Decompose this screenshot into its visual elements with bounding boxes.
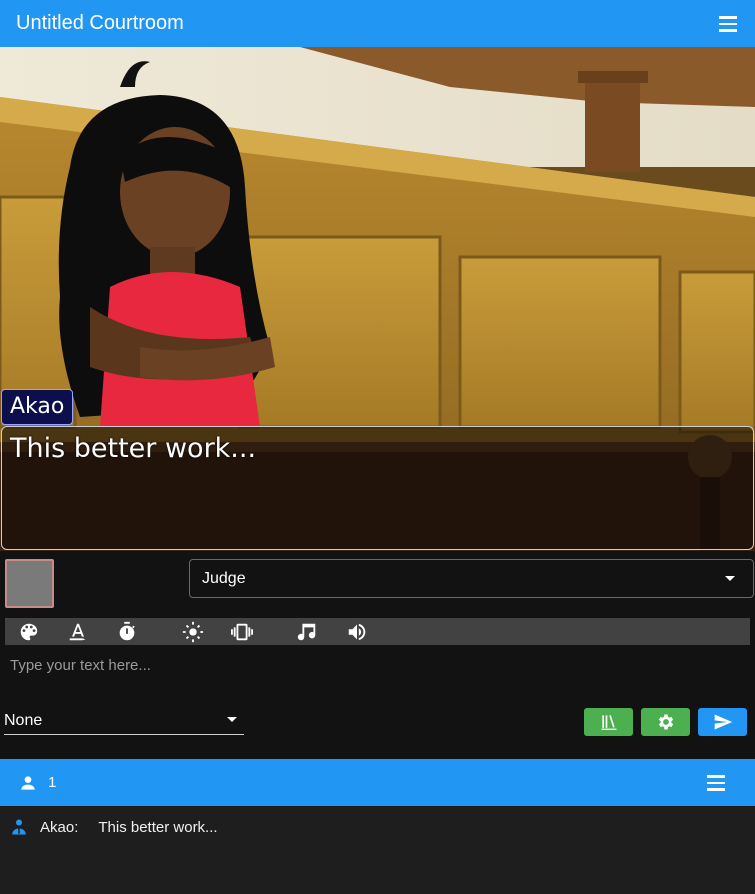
music-note-icon[interactable] (295, 620, 319, 644)
library-button[interactable] (584, 708, 633, 736)
message-input[interactable] (5, 650, 750, 680)
menu-icon[interactable] (715, 12, 741, 36)
courtroom-viewport: Akao This better work... (0, 47, 755, 551)
library-icon (601, 715, 616, 730)
gear-icon (658, 714, 673, 730)
character-picker[interactable] (5, 559, 54, 608)
chevron-down-icon (227, 717, 237, 722)
chevron-down-icon (725, 576, 735, 581)
effect-select-value: None (4, 712, 43, 729)
timer-icon[interactable] (115, 620, 139, 644)
dialogue-text: This better work... (10, 433, 257, 464)
position-select-value: Judge (202, 569, 246, 587)
message-toolbar (5, 618, 750, 645)
volume-icon[interactable] (345, 620, 369, 644)
user-count: 1 (48, 774, 57, 791)
log-speaker-name: Akao: (40, 818, 79, 836)
judge-icon (12, 819, 26, 835)
dialogue-box: This better work... (1, 426, 754, 550)
send-icon (714, 714, 732, 730)
settings-button[interactable] (641, 708, 690, 736)
speaker-nameplate: Akao (1, 389, 74, 425)
chat-log: Akao: This better work... (0, 806, 755, 894)
vibrate-icon[interactable] (230, 620, 254, 644)
send-button[interactable] (698, 708, 747, 736)
log-message: This better work... (98, 818, 218, 836)
brightness-icon[interactable] (181, 620, 205, 644)
list-item: Akao: This better work... (10, 818, 218, 836)
app-bar: Untitled Courtroom (0, 0, 755, 47)
users-bar: 1 (0, 759, 755, 806)
effect-select[interactable]: None (4, 708, 244, 735)
person-icon (21, 776, 35, 790)
app-title: Untitled Courtroom (16, 12, 184, 34)
menu-icon[interactable] (703, 771, 729, 795)
position-select[interactable]: Judge (189, 559, 754, 598)
text-color-icon[interactable] (66, 620, 90, 644)
palette-icon[interactable] (17, 620, 41, 644)
